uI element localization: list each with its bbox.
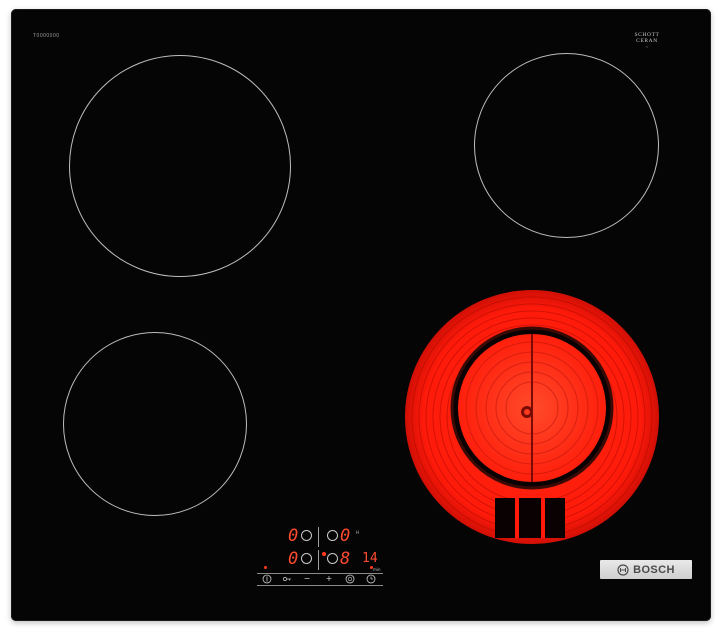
cooktop-glass: T0000000 SCHOTT CERAN ® 0 0 H 0 8 14 min… [11,9,711,621]
zone-front-right-heating [405,290,659,544]
zone-rear-right-level: 0 [340,526,350,546]
timer-display: 14 [362,551,378,566]
key-icon[interactable] [281,574,293,587]
rear-right-zone-icon[interactable] [327,530,338,541]
zone-front-left-level: 0 [288,549,298,569]
front-left-zone-icon[interactable] [301,553,312,564]
zone-rear-right [474,53,659,238]
panel-separator [318,527,319,547]
timer-icon[interactable] [344,574,356,587]
power-indicator-dot [264,566,267,569]
timer-indicator-dot [370,566,373,569]
zone-rear-left [69,55,291,277]
power-icon[interactable] [261,574,273,587]
brand-name: BOSCH [633,563,675,576]
clock-icon[interactable] [365,574,377,587]
zone-front-right-level: 8 [340,549,350,569]
active-zone-dot [322,552,326,556]
schott-ceran-logo: SCHOTT CERAN ® [634,32,660,49]
zone-rear-left-level: 0 [288,526,298,546]
terminal-block [495,498,565,538]
front-right-zone-icon[interactable] [327,553,338,564]
timer-unit: min [373,567,381,572]
residual-heat-indicator: H [356,530,360,535]
model-code: T0000000 [33,33,60,39]
minus-button[interactable]: − [301,574,313,584]
rear-left-zone-icon[interactable] [301,530,312,541]
zone-front-left [63,332,247,516]
bosch-brand-plate: BOSCH [600,560,692,579]
panel-separator-2 [318,550,319,570]
bosch-logo-icon [617,563,629,576]
plus-button[interactable]: + [323,574,335,584]
